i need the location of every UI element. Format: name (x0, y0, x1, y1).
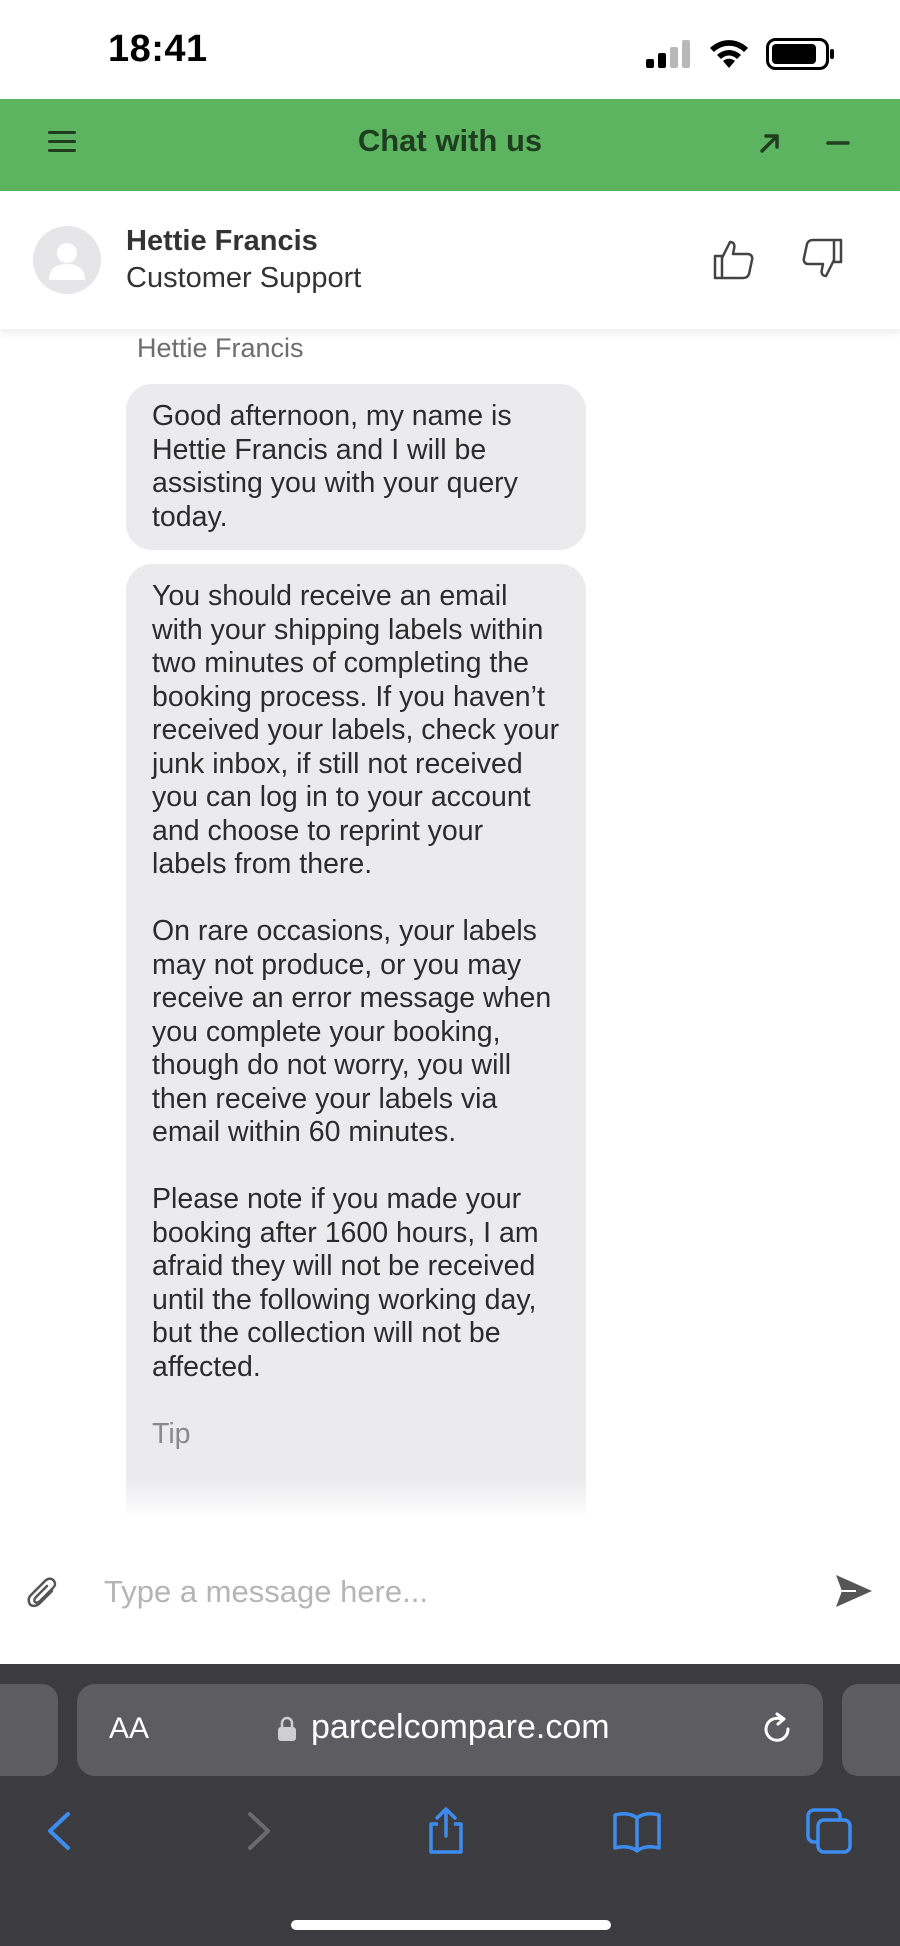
thumbs-down-icon[interactable] (800, 237, 844, 281)
message-paragraph: Tip (152, 1417, 191, 1450)
message-list[interactable]: Hettie Francis Good afternoon, my name i… (0, 329, 900, 1519)
address-bar[interactable]: AA parcelcompare.com (77, 1684, 823, 1776)
agent-name: Hettie Francis (126, 225, 318, 257)
lock-icon (278, 1716, 296, 1741)
text-size-button[interactable]: AA (109, 1712, 149, 1746)
chat-header: Chat with us (0, 99, 900, 191)
browser-toolbar: AA parcelcompare.com (0, 1664, 900, 1946)
agent-role: Customer Support (126, 262, 362, 294)
message-paragraph: You should receive an email with your sh… (152, 580, 560, 880)
battery-icon (766, 38, 834, 70)
status-icons (646, 38, 836, 70)
paperclip-icon[interactable] (26, 1575, 60, 1611)
url-text: parcelcompare.com (311, 1708, 610, 1746)
status-bar: 18:41 (0, 0, 900, 99)
minimize-icon[interactable] (822, 127, 854, 159)
sender-label: Hettie Francis (137, 333, 304, 363)
message-input[interactable] (104, 1569, 724, 1615)
scroll-fade (0, 1479, 900, 1519)
back-icon[interactable] (36, 1806, 86, 1856)
home-indicator[interactable] (291, 1920, 611, 1930)
previous-tab-preview[interactable] (0, 1684, 58, 1776)
cellular-signal-icon (646, 40, 690, 68)
message-paragraph: On rare occasions, your labels may not p… (152, 915, 552, 1148)
next-tab-preview[interactable] (842, 1684, 900, 1776)
expand-arrow-icon[interactable] (754, 127, 786, 159)
reload-icon[interactable] (759, 1712, 795, 1748)
message-paragraph: Please note if you made your booking aft… (152, 1183, 539, 1383)
wifi-icon (710, 40, 748, 68)
message-bubble: You should receive an email with your sh… (126, 564, 586, 1519)
agent-bar: Hettie Francis Customer Support (0, 191, 900, 329)
share-icon[interactable] (421, 1806, 471, 1856)
user-silhouette-icon (49, 243, 85, 280)
thumbs-up-icon[interactable] (712, 237, 756, 281)
message-composer (0, 1519, 900, 1664)
status-time: 18:41 (108, 28, 208, 70)
tabs-icon[interactable] (804, 1806, 854, 1856)
message-bubble: Good afternoon, my name is Hettie Franci… (126, 384, 586, 550)
forward-icon[interactable] (232, 1806, 282, 1856)
send-icon[interactable] (834, 1573, 874, 1609)
avatar (33, 226, 101, 294)
bookmarks-icon[interactable] (612, 1806, 662, 1856)
